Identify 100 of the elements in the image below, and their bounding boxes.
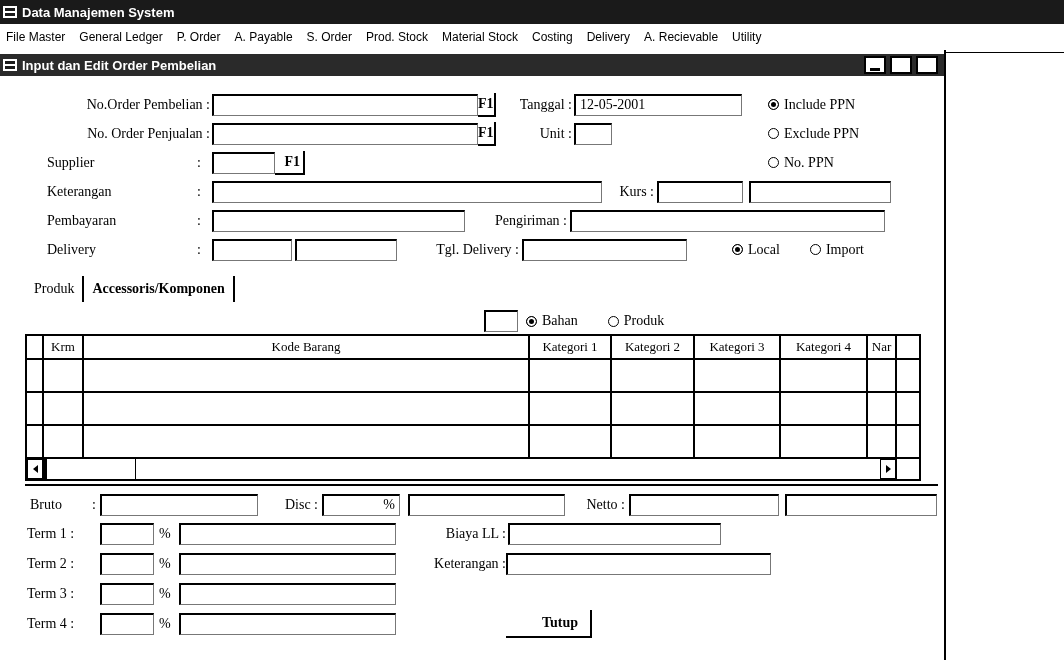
input-field[interactable] <box>212 93 478 116</box>
field-label: Term 4 : <box>27 616 76 632</box>
menu-item[interactable]: General Ledger <box>79 30 163 44</box>
column-header[interactable]: Kategori 4 <box>781 336 868 358</box>
field-label: Pembayaran <box>47 212 118 229</box>
scroll-thumb[interactable] <box>43 459 136 479</box>
close-button[interactable]: Tutup <box>506 610 592 638</box>
app-icon <box>2 58 18 72</box>
input-field[interactable] <box>100 493 258 516</box>
column-header[interactable]: Nar <box>868 336 897 358</box>
menu-item[interactable]: Prod. Stock <box>365 30 428 44</box>
app-title: Data Manajemen System <box>22 4 175 20</box>
input-field[interactable] <box>657 180 743 203</box>
field-label: Term 2 : <box>27 556 76 572</box>
input-field[interactable] <box>100 553 154 575</box>
input-field[interactable] <box>570 209 885 232</box>
radio-label: No. PPN <box>784 154 834 171</box>
unit-label: % <box>159 616 172 632</box>
input-field[interactable] <box>408 493 565 516</box>
menu-item[interactable]: P. Order <box>176 30 221 44</box>
field-label: Netto : <box>585 496 625 513</box>
lookup-button[interactable]: F1 <box>275 150 305 175</box>
colon: : <box>197 212 202 229</box>
input-field[interactable] <box>484 310 518 332</box>
input-field[interactable] <box>179 553 396 575</box>
close-button[interactable] <box>916 56 938 74</box>
input-field[interactable] <box>212 180 602 203</box>
unit-label: % <box>383 497 395 513</box>
menu-item[interactable]: File Master <box>6 30 66 44</box>
input-field[interactable]: 12-05-2001 <box>574 93 742 116</box>
radio-button[interactable] <box>809 244 821 255</box>
radio-label: Import <box>825 241 864 258</box>
input-field[interactable] <box>749 180 891 203</box>
input-field[interactable] <box>179 613 396 635</box>
input-field[interactable] <box>508 523 721 545</box>
radio-label: Bahan <box>542 313 578 329</box>
input-field[interactable] <box>100 613 154 635</box>
radio-button[interactable] <box>732 244 743 255</box>
input-field[interactable]: % <box>322 493 400 516</box>
radio-button[interactable] <box>526 315 537 327</box>
colon: : <box>197 154 202 171</box>
input-field[interactable] <box>506 553 771 575</box>
column-header[interactable]: Kategori 3 <box>695 336 781 358</box>
lookup-button[interactable]: F1 <box>478 92 496 117</box>
input-field[interactable] <box>100 583 154 605</box>
input-field[interactable] <box>574 122 612 145</box>
input-field[interactable] <box>522 238 687 261</box>
input-field[interactable] <box>629 493 779 516</box>
field-label: Term 3 : <box>27 586 76 602</box>
colon: : <box>197 241 202 258</box>
menu-item[interactable]: Material Stock <box>442 30 518 44</box>
column-header[interactable]: Kategori 2 <box>612 336 695 358</box>
minimize-icon <box>870 68 880 72</box>
menu-item[interactable]: A. Recievable <box>644 30 719 44</box>
input-field[interactable] <box>212 122 478 145</box>
field-label: No.Order Pembelian : <box>85 96 210 113</box>
radio-label: Include PPN <box>784 96 856 113</box>
field-label: Tgl. Delivery : <box>435 241 519 258</box>
column-header[interactable]: Kategori 1 <box>530 336 612 358</box>
radio-button[interactable] <box>607 315 619 327</box>
radio-button[interactable] <box>768 157 779 168</box>
input-field[interactable] <box>100 523 154 545</box>
field-label: Term 1 : <box>27 526 76 542</box>
column-header[interactable]: Kode Barang <box>84 336 530 358</box>
input-field[interactable] <box>785 493 937 516</box>
field-label: Supplier <box>47 154 96 171</box>
menu-item[interactable]: Utility <box>732 30 762 44</box>
input-field[interactable] <box>179 523 396 545</box>
field-label: Bruto <box>30 496 63 513</box>
maximize-button[interactable] <box>890 56 912 74</box>
scroll-right-button[interactable] <box>880 459 896 479</box>
column-header[interactable]: Krm <box>44 336 84 358</box>
field-label: Disc : <box>283 496 318 513</box>
field-label: Kurs : <box>618 183 654 200</box>
radio-button[interactable] <box>768 128 779 139</box>
unit-label: % <box>159 586 172 602</box>
unit-label: % <box>159 526 172 542</box>
radio-label: Local <box>748 241 780 258</box>
menu-item[interactable]: S. Order <box>306 30 352 44</box>
tab[interactable]: Accessoris/Komponen <box>82 276 235 302</box>
menu-item[interactable]: Delivery <box>586 30 631 44</box>
lookup-button[interactable]: F1 <box>478 121 496 146</box>
field-label: No. Order Penjualan : <box>86 125 210 142</box>
left-arrow-icon <box>32 465 38 473</box>
input-field[interactable] <box>295 238 397 261</box>
input-field[interactable] <box>212 151 275 174</box>
radio-label: Produk <box>623 313 665 329</box>
input-field[interactable] <box>179 583 396 605</box>
radio-button[interactable] <box>768 99 779 110</box>
field-label: Delivery <box>47 241 97 258</box>
field-label: Keterangan <box>47 183 113 200</box>
field-label: Pengiriman : <box>494 212 567 229</box>
input-field[interactable] <box>212 209 465 232</box>
input-field[interactable] <box>212 238 292 261</box>
scroll-left-button[interactable] <box>27 459 43 479</box>
field-label: Keterangan : <box>433 556 506 572</box>
minimize-button[interactable] <box>864 56 886 74</box>
menu-item[interactable]: Costing <box>532 30 573 44</box>
menu-item[interactable]: A. Payable <box>234 30 293 44</box>
right-arrow-icon <box>885 465 891 473</box>
